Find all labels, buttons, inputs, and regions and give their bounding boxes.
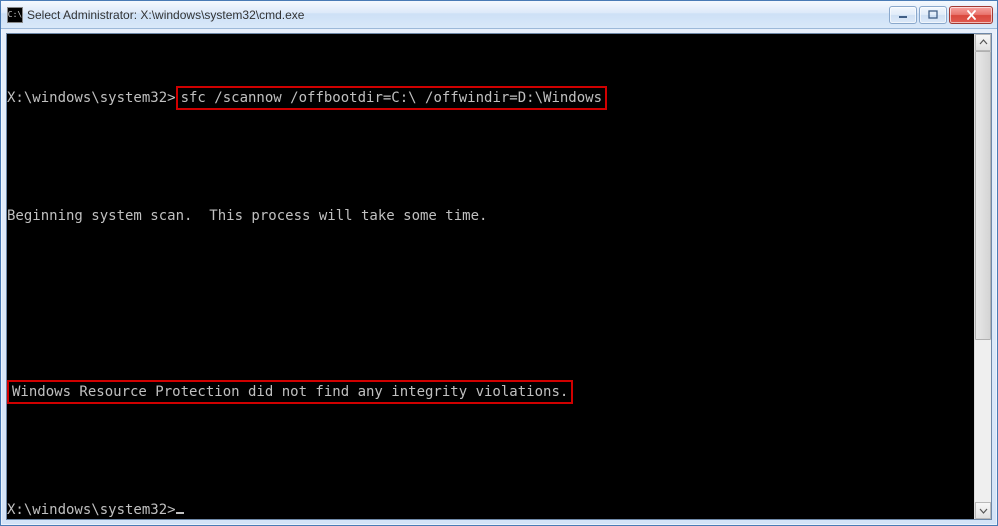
- vertical-scrollbar[interactable]: [974, 34, 991, 519]
- close-button[interactable]: [949, 6, 993, 24]
- result-highlight: Windows Resource Protection did not find…: [7, 380, 573, 404]
- prompt-text: X:\windows\system32>: [7, 88, 176, 108]
- minimize-icon: [898, 10, 908, 20]
- scroll-track[interactable]: [975, 51, 991, 502]
- chevron-up-icon: [979, 38, 988, 47]
- terminal-line-prompt: X:\windows\system32>: [7, 500, 974, 519]
- titlebar[interactable]: C:\ Select Administrator: X:\windows\sys…: [1, 1, 997, 29]
- cursor: [176, 512, 184, 514]
- result-message: Windows Resource Protection did not find…: [12, 382, 568, 402]
- command-highlight: sfc /scannow /offbootdir=C:\ /offwindir=…: [176, 86, 607, 110]
- minimize-button[interactable]: [889, 6, 917, 24]
- app-icon-text: C:\: [8, 11, 22, 19]
- cmd-window: C:\ Select Administrator: X:\windows\sys…: [0, 0, 998, 526]
- close-icon: [966, 10, 977, 20]
- client-area: X:\windows\system32>sfc /scannow /offboo…: [6, 33, 992, 520]
- terminal-line-result: Windows Resource Protection did not find…: [7, 382, 974, 402]
- prompt-text-2: X:\windows\system32>: [7, 500, 176, 519]
- window-controls: [889, 6, 993, 24]
- scroll-down-button[interactable]: [975, 502, 991, 519]
- maximize-icon: [928, 10, 938, 20]
- app-icon: C:\: [7, 7, 23, 23]
- terminal-blank-line: [7, 324, 974, 342]
- maximize-button[interactable]: [919, 6, 947, 24]
- chevron-down-icon: [979, 506, 988, 515]
- terminal-blank-line: [7, 148, 974, 166]
- terminal[interactable]: X:\windows\system32>sfc /scannow /offboo…: [7, 34, 974, 519]
- scan-message: Beginning system scan. This process will…: [7, 206, 487, 226]
- command-text: sfc /scannow /offbootdir=C:\ /offwindir=…: [181, 88, 602, 108]
- terminal-blank-line: [7, 266, 974, 284]
- terminal-line-command: X:\windows\system32>sfc /scannow /offboo…: [7, 88, 974, 108]
- scroll-up-button[interactable]: [975, 34, 991, 51]
- terminal-blank-line: [7, 442, 974, 460]
- terminal-line-scan: Beginning system scan. This process will…: [7, 206, 974, 226]
- scroll-thumb[interactable]: [975, 51, 991, 340]
- window-title: Select Administrator: X:\windows\system3…: [27, 8, 889, 22]
